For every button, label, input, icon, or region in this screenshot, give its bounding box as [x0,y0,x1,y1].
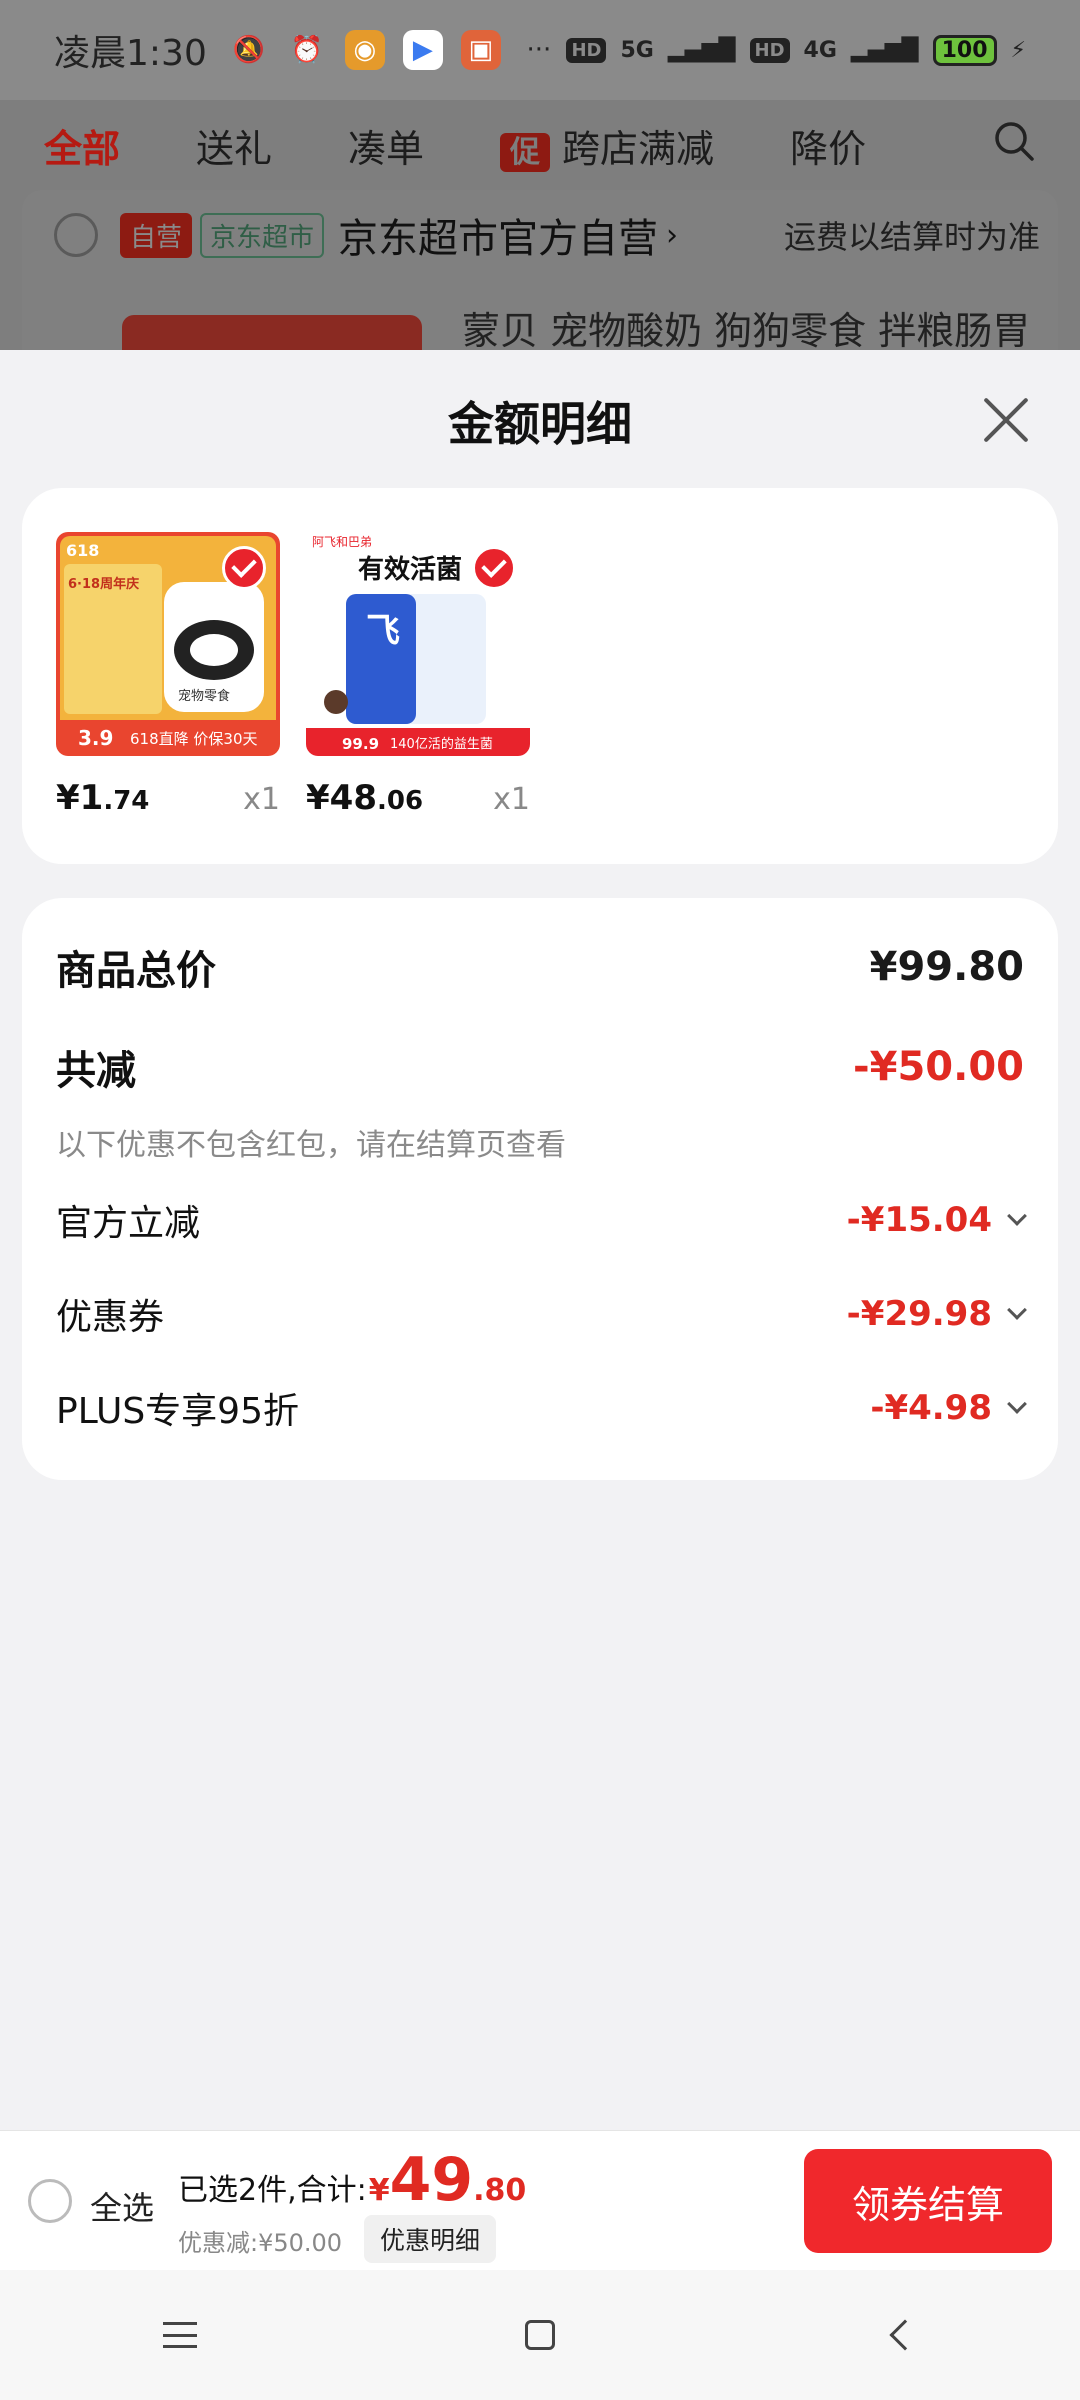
charging-icon: ⚡ [1010,37,1026,63]
selected-check-icon[interactable] [472,546,516,590]
discount-value: -¥15.04 [846,1200,992,1240]
discount-label: 官方立减 [56,1203,201,1244]
sheet-title: 金额明细 [448,397,632,451]
discount-row-official[interactable]: 官方立减 -¥15.04 [56,1194,1027,1246]
back-icon[interactable] [870,2305,930,2365]
selected-count-text: 已选2件,合计: [178,2173,367,2208]
supermarket-tag: 京东超市 [200,212,325,258]
store-name[interactable]: 京东超市官方自营 [338,206,658,264]
status-bar: 凌晨1:30 🔕 ⏰ ◉ ▶ ▣ ··· HD 5G ▂▄▆█ HD 4G ▂▄… [0,0,1080,100]
chevron-down-icon[interactable] [1007,1206,1027,1226]
shipping-note: 运费以结算时为准 [783,218,1040,256]
hd-badge: HD [566,37,607,63]
checkout-button[interactable]: 领券结算 [804,2149,1052,2253]
total-price-label: 商品总价 [56,948,216,994]
currency-symbol: ¥ [368,2173,390,2208]
close-icon[interactable] [976,390,1036,450]
amount-detail-sheet: 金额明细 618 6·18周年庆 宠物零食 3.9 618直降 价保30天 ¥1… [0,350,1080,2130]
tab-bundle[interactable]: 凑单 [348,118,424,173]
store-row: 自营 京东超市 京东超市官方自营 › 运费以结算时为准 蒙贝 宠物酸奶 狗狗零食… [22,190,1058,355]
product-img-text: 140亿活的益生菌 [390,736,493,752]
alarm-icon: ⏰ [290,35,324,65]
self-operated-tag: 自营 [120,212,193,258]
status-system-icons: HD 5G ▂▄▆█ HD 4G ▂▄▆█ 100 ⚡ [566,34,1026,66]
price-decimal: .74 [103,786,150,816]
hd-badge-2: HD [749,37,790,63]
home-icon[interactable] [510,2305,570,2365]
price-integer: ¥48 [306,778,377,818]
status-time: 凌晨1:30 [54,33,207,74]
tab-price-drop[interactable]: 降价 [790,118,866,173]
product-title: 蒙贝 宠物酸奶 狗狗零食 拌粮肠胃 [462,309,1031,353]
product-img-text: 618直降 价保30天 [130,730,258,748]
menu-icon[interactable] [150,2305,210,2365]
reduction-label: 共减 [56,1048,136,1094]
discount-summary: 优惠减:¥50.00 [178,2229,343,2257]
mute-bell-icon: 🔕 [232,35,266,65]
network-type-4g: 4G [803,37,837,63]
product-quantity: x1 [493,782,530,817]
weibo-icon: ◉ [344,30,385,70]
signal-icon-2: ▂▄▆█ [850,37,919,63]
battery-icon: 100 [932,34,997,66]
product-img-text: 宠物零食 [178,688,230,704]
select-all-label[interactable]: 全选 [90,2183,154,2229]
total-decimal: .80 [473,2173,527,2208]
selected-check-icon[interactable] [222,546,266,590]
tab-all[interactable]: 全部 [44,118,120,173]
reduction-value: -¥50.00 [853,1044,1024,1090]
select-all-radio[interactable] [28,2179,72,2223]
product-img-text: 6·18周年庆 [68,576,139,592]
store-header: 自营 京东超市 京东超市官方自营 › 运费以结算时为准 [22,190,1058,280]
product-thumbnail [122,315,422,355]
chevron-down-icon[interactable] [1007,1394,1027,1414]
product-img-text: 有效活菌 [358,554,462,585]
tab-gift[interactable]: 送礼 [196,118,272,173]
products-card: 618 6·18周年庆 宠物零食 3.9 618直降 价保30天 ¥1.74 x… [22,488,1058,864]
shop-app-icon: ▣ [460,30,501,70]
status-notification-icons: 🔕 ⏰ ◉ ▶ ▣ ··· [229,30,559,70]
more-dots-icon: ··· [526,35,552,65]
product-image: 618 6·18周年庆 宠物零食 3.9 618直降 价保30天 [56,532,280,756]
discount-value: -¥4.98 [870,1388,992,1428]
reduction-row: 共减 -¥50.00 [56,1038,1024,1096]
tab-cross-store[interactable]: 促跨店满减 [500,118,714,173]
product-img-text: 618 [66,541,99,560]
total-price-value: ¥99.80 [869,944,1024,990]
reduction-note: 以下优惠不包含红包，请在结算页查看 [56,1128,566,1163]
discount-row-coupon[interactable]: 优惠券 -¥29.98 [56,1288,1027,1340]
search-icon[interactable] [992,119,1036,172]
store-arrow-icon: › [666,217,679,253]
checkout-bar: 全选 已选2件,合计: ¥ 49 .80 优惠减:¥50.00 优惠明细 领券结… [0,2130,1080,2270]
price-integer: ¥1 [56,778,104,818]
price-summary-card: 商品总价 ¥99.80 共减 -¥50.00 以下优惠不包含红包，请在结算页查看… [22,898,1058,1480]
video-app-icon: ▶ [402,30,443,70]
chevron-down-icon[interactable] [1007,1300,1027,1320]
discount-label: PLUS专享95折 [56,1391,299,1432]
total-amount: 已选2件,合计: ¥ 49 .80 [178,2145,526,2215]
svg-text:飞: 飞 [366,611,400,651]
product-image: 飞 阿飞和巴弟 有效活菌 99.9 140亿活的益生菌 [306,532,530,756]
discount-row-plus[interactable]: PLUS专享95折 -¥4.98 [56,1382,1027,1434]
product-price: ¥48.06 [306,778,423,818]
discount-detail-button[interactable]: 优惠明细 [364,2215,497,2263]
category-tabs: 全部 送礼 凑单 促跨店满减 降价 [0,100,1080,190]
total-integer: 49 [389,2145,474,2215]
signal-icon: ▂▄▆█ [667,37,736,63]
product-price: ¥1.74 [56,778,149,818]
discount-label: 优惠券 [56,1297,165,1338]
promo-badge: 促 [500,132,551,172]
total-price-row: 商品总价 ¥99.80 [56,938,1024,996]
product-img-text: 阿飞和巴弟 [312,535,372,549]
product-img-text: 3.9 [78,726,113,750]
product-img-text: 99.9 [342,735,379,753]
system-nav-bar [0,2270,1080,2400]
price-decimal: .06 [376,786,424,816]
background-page: 全部 送礼 凑单 促跨店满减 降价 自营 京东超市 京东超市官方自营 › 运费以… [0,100,1080,355]
network-type-5g: 5G [620,37,654,63]
tab-cross-store-label: 跨店满减 [562,126,715,171]
product-quantity: x1 [243,782,280,817]
discount-value: -¥29.98 [846,1294,992,1334]
store-select-radio[interactable] [54,213,98,257]
